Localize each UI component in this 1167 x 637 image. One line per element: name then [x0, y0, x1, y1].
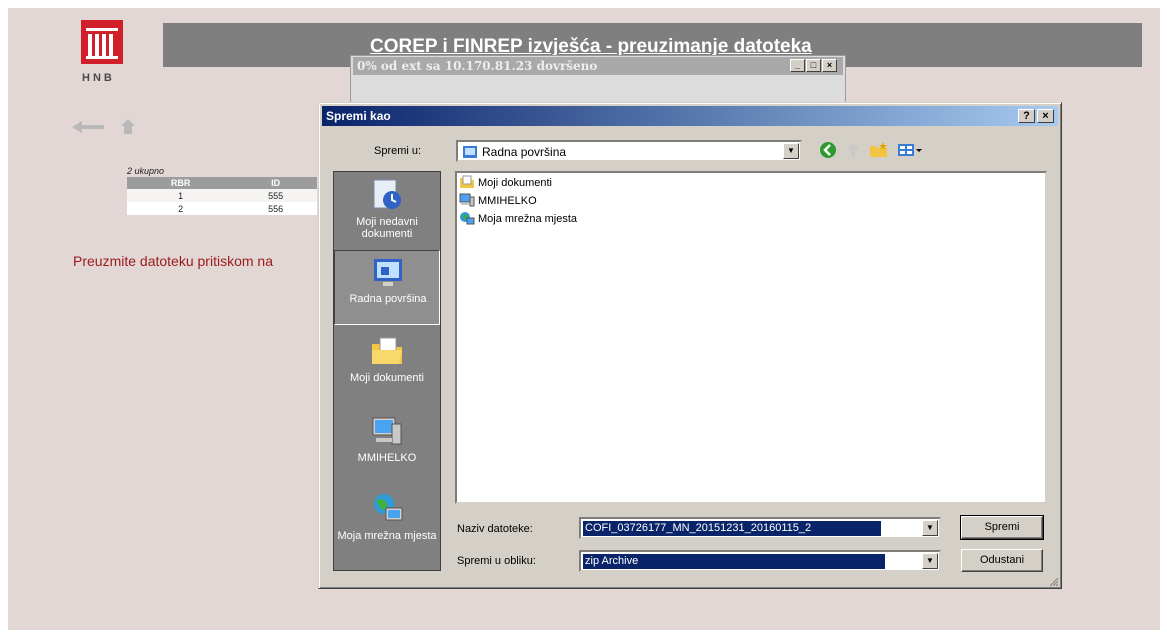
progress-title-bar[interactable]: 0% od ext sa 10.170.81.23 dovršeno _ □ ×	[353, 57, 843, 75]
filename-value: COFI_03726177_MN_20151231_20160115_2	[583, 521, 881, 536]
network-places-icon	[370, 492, 404, 526]
place-desktop[interactable]: Radna površina	[334, 250, 440, 325]
list-item[interactable]: MMIHELKO	[459, 193, 537, 209]
places-bar: Moji nedavni dokumenti Radna površina Mo…	[333, 171, 441, 571]
table-cell: 556	[234, 202, 317, 215]
help-button[interactable]: ?	[1018, 109, 1035, 123]
file-name: Moji dokumenti	[478, 177, 552, 189]
dialog-close-button[interactable]: ×	[1037, 109, 1054, 123]
file-list[interactable]: Moji dokumenti MMIHELKO Moja mrežna mjes…	[455, 171, 1047, 504]
filetype-dropdown[interactable]: zip Archive ▼	[579, 550, 941, 572]
place-label: Moja mrežna mjesta	[337, 530, 437, 542]
network-icon	[459, 211, 475, 228]
desktop-small-icon	[462, 144, 478, 165]
back-arrow-icon[interactable]	[70, 120, 106, 139]
save-in-value: Radna površina	[482, 145, 567, 159]
my-computer-icon	[370, 414, 404, 448]
table-cell: 1	[127, 189, 235, 202]
new-folder-icon[interactable]	[869, 142, 889, 163]
nav-icons	[70, 118, 140, 138]
download-progress-window: 0% od ext sa 10.170.81.23 dovršeno _ □ ×	[350, 55, 846, 105]
file-name: Moja mrežna mjesta	[478, 213, 578, 225]
hnb-logo: HNB	[80, 20, 140, 90]
views-menu-icon[interactable]	[897, 143, 923, 162]
place-recent-documents[interactable]: Moji nedavni dokumenti	[334, 174, 440, 249]
dialog-title-bar[interactable]: Spremi kao ? ×	[322, 106, 1058, 126]
chevron-down-icon[interactable]: ▼	[922, 553, 938, 569]
place-label: Moji dokumenti	[350, 372, 424, 384]
minimize-button[interactable]: _	[790, 59, 805, 72]
results-table: RBR ID 1 555 2 556	[127, 177, 317, 215]
summary-label: 2 ukupno	[127, 166, 165, 176]
table-cell: 2	[127, 202, 235, 215]
filetype-value: zip Archive	[583, 554, 885, 569]
column-header: ID	[234, 177, 317, 189]
my-documents-icon	[370, 334, 404, 368]
home-icon[interactable]	[120, 118, 136, 141]
place-my-documents[interactable]: Moji dokumenti	[334, 330, 440, 405]
save-in-dropdown[interactable]: Radna površina ▼	[456, 140, 802, 162]
computer-icon	[459, 193, 475, 210]
filetype-label: Spremi u obliku:	[457, 555, 536, 567]
dialog-title: Spremi kao	[326, 109, 391, 123]
place-network[interactable]: Moja mrežna mjesta	[334, 488, 440, 563]
chevron-down-icon[interactable]: ▼	[922, 520, 938, 536]
table-header-row: RBR ID	[127, 177, 317, 189]
cancel-button[interactable]: Odustani	[961, 549, 1043, 572]
chevron-down-icon[interactable]: ▼	[783, 143, 799, 159]
resize-grip-icon[interactable]	[1047, 574, 1059, 587]
list-item[interactable]: Moji dokumenti	[459, 175, 552, 191]
place-label: MMIHELKO	[357, 452, 417, 464]
save-as-dialog: Spremi kao ? × Spremi u: Radna površina …	[318, 102, 1062, 589]
recent-documents-icon	[370, 178, 404, 212]
desktop-icon	[371, 255, 405, 289]
close-button[interactable]: ×	[822, 59, 837, 72]
progress-title: 0% od ext sa 10.170.81.23 dovršeno	[357, 59, 598, 73]
place-label: Moji nedavni dokumenti	[356, 216, 418, 240]
save-in-label: Spremi u:	[374, 145, 422, 157]
download-instruction: Preuzmite datoteku pritiskom na	[73, 253, 273, 269]
up-folder-icon[interactable]	[845, 141, 861, 164]
folder-icon	[459, 175, 475, 192]
dialog-toolbar	[819, 141, 923, 164]
back-icon[interactable]	[819, 141, 837, 164]
table-row[interactable]: 2 556	[127, 202, 317, 215]
logo-text: HNB	[82, 72, 115, 84]
column-header: RBR	[127, 177, 235, 189]
list-item[interactable]: Moja mrežna mjesta	[459, 211, 577, 227]
file-name: MMIHELKO	[478, 195, 537, 207]
maximize-button[interactable]: □	[806, 59, 821, 72]
table-row[interactable]: 1 555	[127, 189, 317, 202]
table-cell: 555	[234, 189, 317, 202]
place-my-computer[interactable]: MMIHELKO	[334, 410, 440, 485]
filename-label: Naziv datoteke:	[457, 523, 533, 535]
hnb-logo-mark	[81, 20, 123, 64]
place-label: Radna površina	[349, 293, 427, 305]
filename-input[interactable]: COFI_03726177_MN_20151231_20160115_2 ▼	[579, 517, 941, 539]
save-button[interactable]: Spremi	[960, 515, 1044, 540]
